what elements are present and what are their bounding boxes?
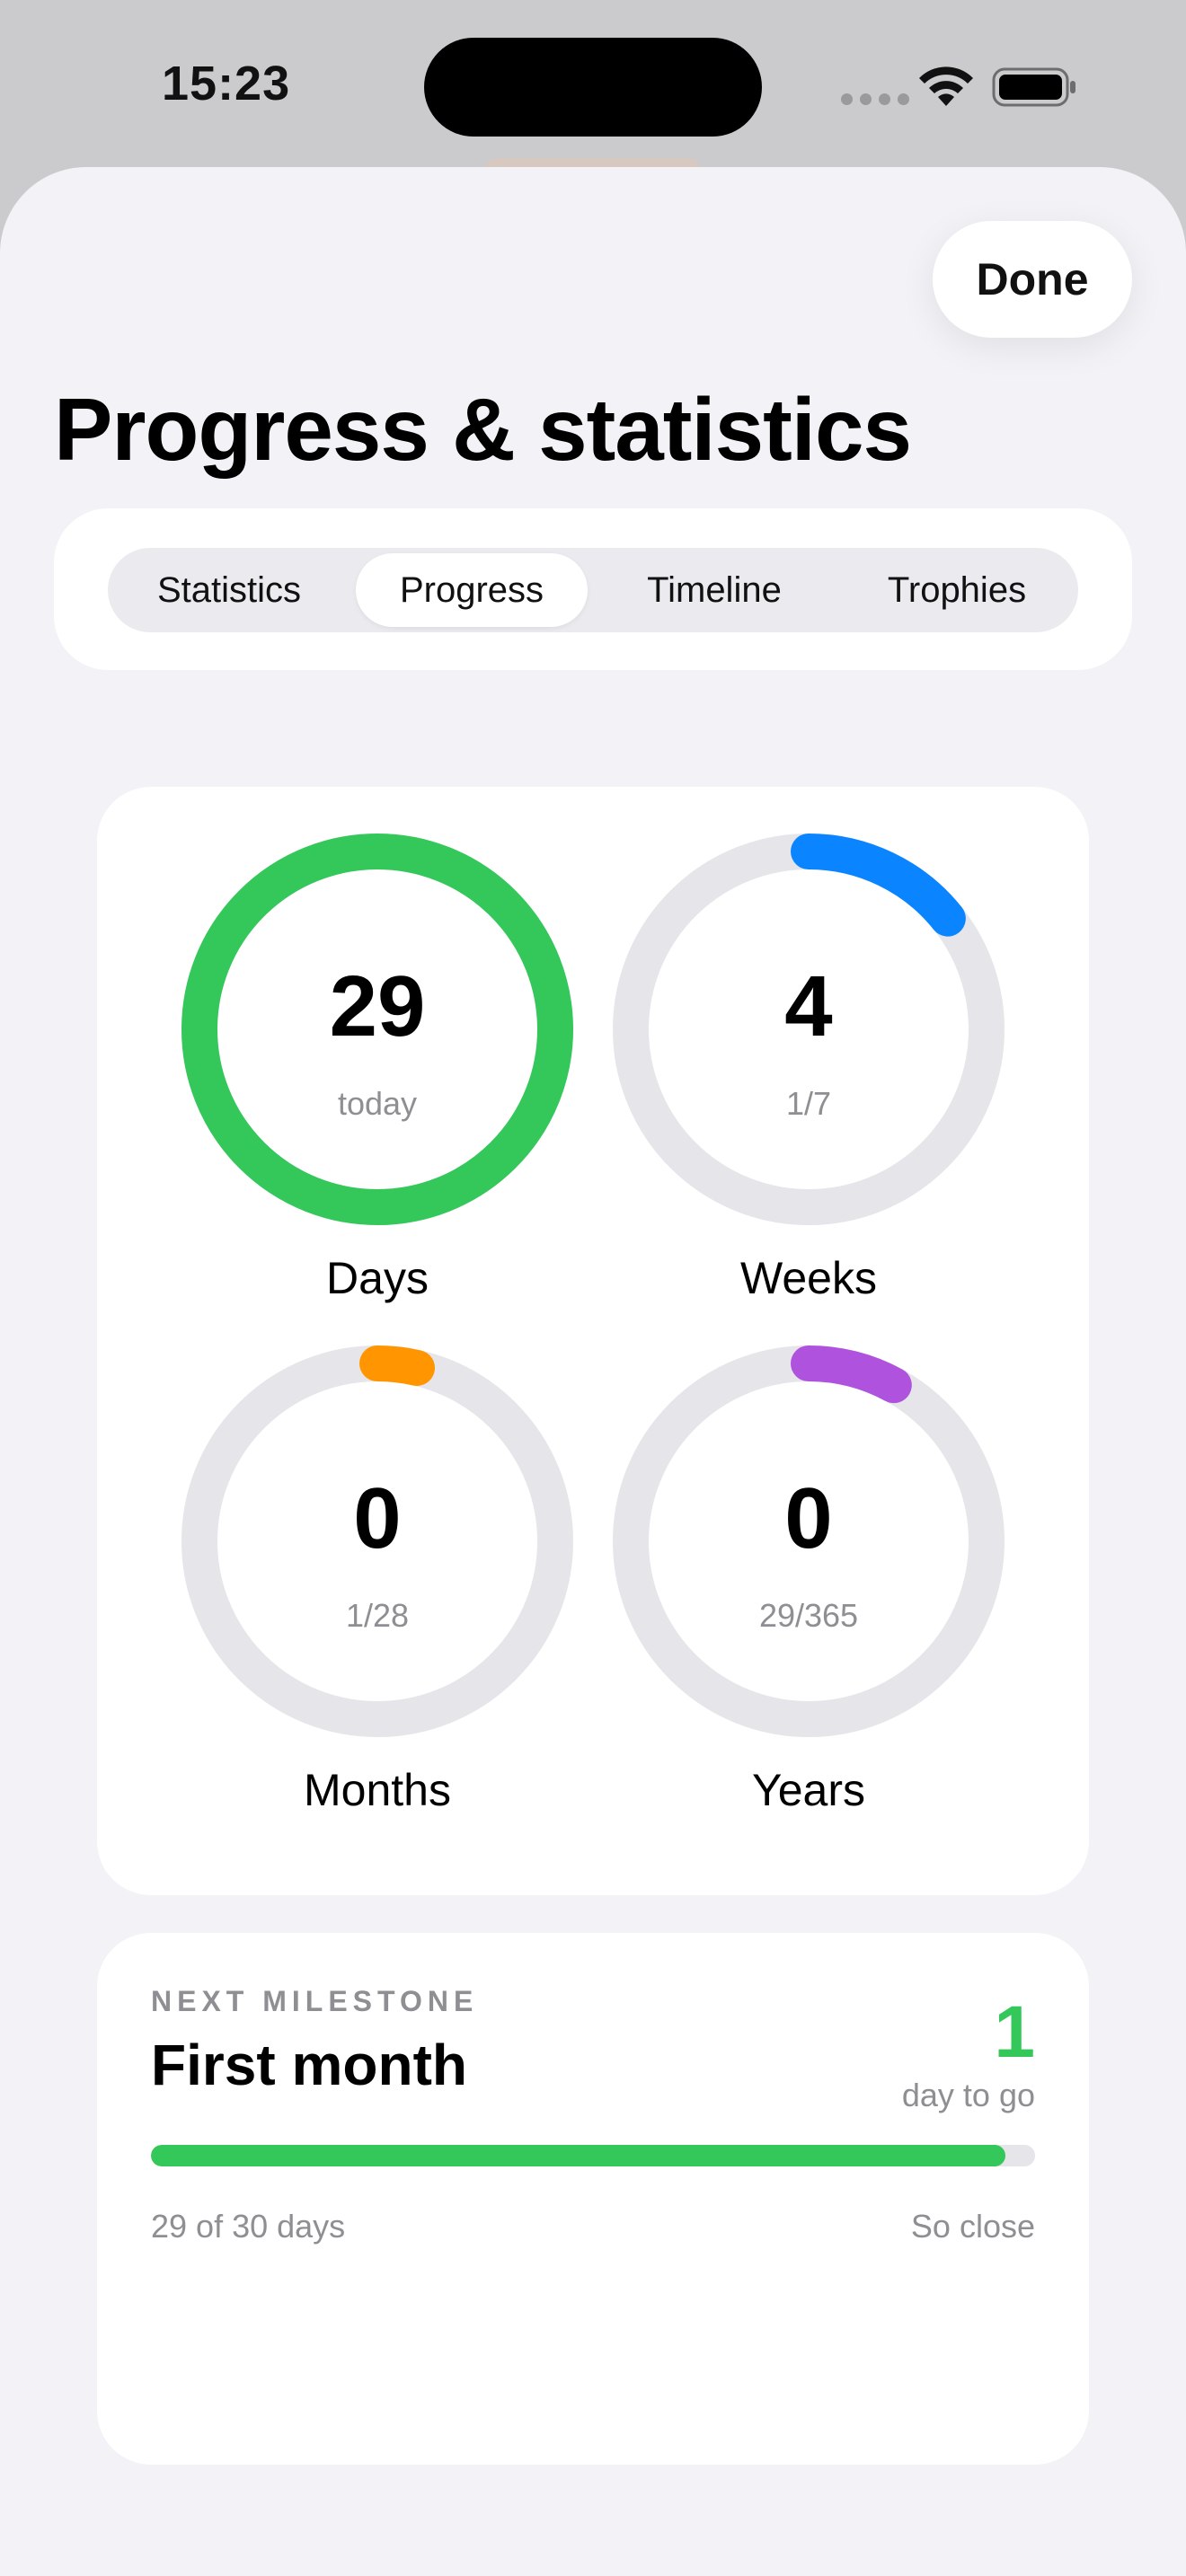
done-button[interactable]: Done: [933, 221, 1132, 338]
battery-icon: [992, 67, 1075, 107]
milestone-days-remaining-label: day to go: [901, 2077, 1035, 2113]
tab-trophies[interactable]: Trophies: [841, 553, 1073, 627]
ring-days-value: 29: [329, 958, 426, 1054]
status-bar: 15:23: [0, 0, 1186, 171]
milestone-eyebrow: NEXT MILESTONE: [151, 1985, 479, 2017]
ring-weeks: 4 1/7 Weeks: [593, 832, 1024, 1335]
segment-card: Statistics Progress Timeline Trophies: [54, 508, 1132, 670]
ring-months-value: 0: [353, 1470, 402, 1566]
dynamic-island: [424, 38, 762, 137]
ring-months: 0 1/28 Months: [162, 1344, 593, 1847]
milestone-days-remaining: 1: [994, 1991, 1035, 2073]
segmented-control: Statistics Progress Timeline Trophies: [108, 548, 1078, 632]
tab-timeline[interactable]: Timeline: [598, 553, 830, 627]
page-title: Progress & statistics: [54, 380, 912, 479]
ring-years-caption: 29/365: [758, 1597, 859, 1634]
tab-progress[interactable]: Progress: [356, 553, 588, 627]
ring-days: 29 today Days: [162, 832, 593, 1335]
milestone-title: First month: [151, 2033, 467, 2097]
cellular-signal-icon: [841, 93, 909, 105]
milestone-encouragement: So close: [910, 2208, 1035, 2245]
milestone-progress-bar: [151, 2145, 1035, 2166]
ring-months-caption: 1/28: [345, 1597, 410, 1634]
status-time: 15:23: [162, 57, 291, 110]
ring-weeks-value: 4: [784, 958, 833, 1054]
ring-years-value: 0: [784, 1470, 833, 1566]
rings-card: 29 today Days 4 1/7 Weeks 0 1/28 Months: [97, 787, 1089, 1895]
ring-weeks-caption: 1/7: [785, 1085, 832, 1122]
tab-statistics[interactable]: Statistics: [113, 553, 345, 627]
ring-years-label: Years: [751, 1765, 866, 1815]
ring-years: 0 29/365 Years: [593, 1344, 1024, 1847]
milestone-card: NEXT MILESTONE First month 1 day to go 2…: [97, 1933, 1089, 2465]
wifi-icon: [919, 66, 973, 106]
milestone-progress-fill: [151, 2145, 1006, 2166]
ring-months-label: Months: [304, 1765, 451, 1815]
ring-days-label: Days: [326, 1253, 429, 1303]
ring-days-caption: today: [337, 1085, 418, 1122]
milestone-days-summary: 29 of 30 days: [151, 2208, 346, 2245]
ring-weeks-label: Weeks: [740, 1253, 877, 1303]
